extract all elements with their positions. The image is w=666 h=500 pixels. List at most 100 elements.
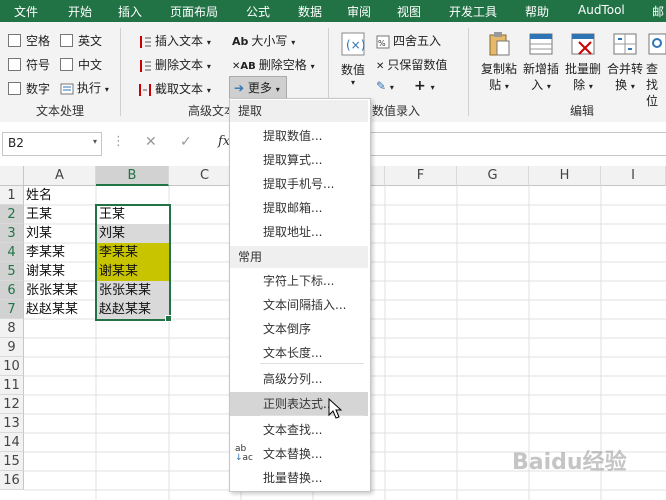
menu-item-text-find[interactable]: 文本查找... (230, 418, 368, 442)
row-header-8[interactable]: 8 (0, 319, 24, 338)
row-header-9[interactable]: 9 (0, 338, 24, 357)
cancel-icon[interactable]: ✕ (145, 134, 157, 150)
column-header-i[interactable]: I (601, 166, 666, 186)
menu-item-batch-replace[interactable]: 批量替换... (230, 466, 368, 490)
checkbox-symbol[interactable]: 符号 (8, 56, 50, 73)
chevron-down-icon: ▾ (206, 62, 211, 71)
merge-convert-button[interactable]: 合并转换 ▾ (604, 30, 646, 95)
tab-data[interactable]: 数据 (298, 3, 322, 20)
execute-label: 执行 (77, 81, 102, 95)
row-header-13[interactable]: 13 (0, 414, 24, 433)
chevron-down-icon: ▾ (275, 85, 280, 94)
checkbox-label: 数字 (26, 82, 51, 96)
tab-audtool[interactable]: AudTool (578, 3, 625, 17)
row-header-10[interactable]: 10 (0, 357, 24, 376)
case-button[interactable]: Ab 大小写 ▾ (232, 32, 295, 49)
menu-item-reverse-text[interactable]: 文本倒序 (230, 317, 368, 341)
menu-item-extract-formula[interactable]: 提取算式... (230, 148, 368, 172)
edit-value-button[interactable]: ✎ ▾ (376, 79, 394, 93)
menu-item-superscript[interactable]: 字符上下标... (230, 269, 368, 293)
row-header-5[interactable]: 5 (0, 262, 24, 281)
checkbox-english[interactable]: 英文 (60, 32, 102, 49)
tab-view[interactable]: 视图 (397, 3, 421, 20)
cell-a1[interactable]: 姓名 (24, 186, 96, 205)
delete-text-button[interactable]: 删除文本 ▾ (138, 56, 211, 73)
insert-text-button[interactable]: 插入文本 ▾ (138, 32, 211, 49)
tab-formulas[interactable]: 公式 (246, 3, 270, 20)
round-button[interactable]: % 四舍五入 (376, 32, 441, 49)
tab-mail[interactable]: 邮 (652, 3, 664, 20)
extract-text-label: 截取文本 (155, 82, 204, 96)
row-header-11[interactable]: 11 (0, 376, 24, 395)
execute-button[interactable]: 执行 ▾ (60, 79, 109, 96)
row-header-7[interactable]: 7 (0, 300, 24, 319)
name-box[interactable]: B2 ▾ (2, 132, 102, 156)
checkbox-label: 中文 (78, 58, 103, 72)
tab-home[interactable]: 开始 (68, 3, 92, 20)
tab-developer[interactable]: 开发工具 (449, 3, 497, 20)
cell-a5[interactable]: 谢某某 (24, 262, 96, 281)
column-header-g[interactable]: G (457, 166, 529, 186)
row-header-6[interactable]: 6 (0, 281, 24, 300)
chevron-down-icon: ▾ (206, 86, 211, 95)
cell-a3[interactable]: 刘某 (24, 224, 96, 243)
menu-item-extract-phone[interactable]: 提取手机号... (230, 172, 368, 196)
row-header-16[interactable]: 16 (0, 471, 24, 490)
menu-item-extract-email[interactable]: 提取邮箱... (230, 196, 368, 220)
keep-value-button[interactable]: ✕ 只保留数值 (376, 56, 447, 73)
row-header-4[interactable]: 4 (0, 243, 24, 262)
cell-a2[interactable]: 王某 (24, 205, 96, 224)
fill-handle[interactable] (165, 315, 172, 322)
chevron-down-icon: ▾ (291, 38, 296, 47)
tab-file[interactable]: 文件 (14, 3, 38, 20)
tab-insert[interactable]: 插入 (118, 3, 142, 20)
column-header-f[interactable]: F (385, 166, 457, 186)
find-locate-button[interactable]: 查找位 (646, 30, 666, 109)
plus-label: + (414, 78, 426, 94)
tab-help[interactable]: 帮助 (525, 3, 549, 20)
checkbox-space[interactable]: 空格 (8, 32, 50, 49)
checkbox-number[interactable]: 数字 (8, 80, 50, 97)
tab-review[interactable]: 审阅 (347, 3, 371, 20)
add-insert-button[interactable]: 新增插入 ▾ (520, 30, 562, 95)
menu-item-extract-number[interactable]: 提取数值... (230, 124, 368, 148)
menu-item-text-length[interactable]: 文本长度... (230, 341, 368, 365)
more-button[interactable]: ➔ 更多 ▾ (229, 76, 287, 99)
select-all-corner[interactable] (0, 166, 24, 186)
menu-item-advanced-split[interactable]: 高级分列... (230, 367, 368, 391)
merge-convert-label: 合并转换 ▾ (606, 62, 643, 92)
tab-page-layout[interactable]: 页面布局 (170, 3, 218, 20)
checkbox-icon (60, 34, 73, 47)
clipboard-icon (489, 32, 510, 56)
cell-a6[interactable]: 张张某某 (24, 281, 96, 300)
row-header-14[interactable]: 14 (0, 433, 24, 452)
row-header-12[interactable]: 12 (0, 395, 24, 414)
copy-paste-button[interactable]: 复制粘贴 ▾ (478, 30, 520, 95)
keep-value-label: 只保留数值 (387, 58, 448, 72)
column-header-h[interactable]: H (529, 166, 601, 186)
column-header-a[interactable]: A (24, 166, 96, 186)
menu-item-extract-address[interactable]: 提取地址... (230, 220, 368, 244)
menu-item-regex[interactable]: 正则表达式... (230, 392, 368, 416)
checkbox-chinese[interactable]: 中文 (60, 56, 102, 73)
cell-a7[interactable]: 赵赵某某 (24, 300, 96, 319)
chevron-down-icon: ▾ (430, 83, 435, 92)
extract-text-button[interactable]: 截取文本 ▾ (138, 80, 211, 97)
confirm-icon[interactable]: ✓ (180, 134, 192, 150)
menu-bar: 文件 开始 插入 页面布局 公式 数据 审阅 视图 开发工具 帮助 AudToo… (0, 0, 666, 22)
row-header-2[interactable]: 2 (0, 205, 24, 224)
group-label-number-entry: 数值录入 (372, 104, 421, 118)
cell-a4[interactable]: 李某某 (24, 243, 96, 262)
column-header-b[interactable]: B (96, 166, 169, 186)
formula-input[interactable] (370, 132, 666, 156)
batch-delete-button[interactable]: 批量删除 ▾ (562, 30, 604, 95)
row-header-1[interactable]: 1 (0, 186, 24, 205)
delete-space-button[interactable]: ✕AB 删除空格 ▾ (232, 56, 315, 73)
number-icon: (×) (341, 32, 365, 56)
menu-item-interval-insert[interactable]: 文本间隔插入... (230, 293, 368, 317)
checkbox-label: 空格 (26, 34, 51, 48)
row-header-3[interactable]: 3 (0, 224, 24, 243)
row-header-15[interactable]: 15 (0, 452, 24, 471)
plus-button[interactable]: + ▾ (414, 78, 435, 94)
number-button[interactable]: (×) 数值 ▾ (336, 30, 370, 92)
